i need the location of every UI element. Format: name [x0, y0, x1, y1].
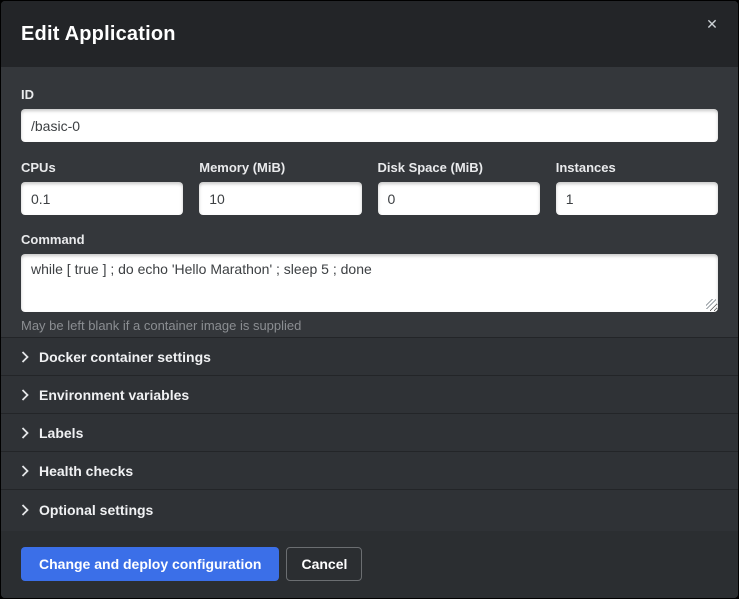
- section-label: Health checks: [39, 463, 133, 479]
- command-textarea-wrap: while [ true ] ; do echo 'Hello Marathon…: [21, 254, 718, 312]
- command-label: Command: [21, 232, 718, 247]
- disk-input[interactable]: [378, 182, 540, 215]
- memory-input[interactable]: [199, 182, 361, 215]
- cpus-input[interactable]: [21, 182, 183, 215]
- section-labels[interactable]: Labels: [1, 414, 738, 452]
- instances-field-group: Instances: [556, 160, 718, 215]
- section-label: Optional settings: [39, 502, 153, 518]
- id-input[interactable]: [21, 109, 718, 142]
- cpus-label: CPUs: [21, 160, 183, 175]
- close-icon[interactable]: ✕: [702, 15, 722, 35]
- disk-label: Disk Space (MiB): [378, 160, 540, 175]
- section-optional-settings[interactable]: Optional settings: [1, 490, 738, 529]
- chevron-right-icon: [21, 504, 29, 516]
- edit-application-modal: Edit Application ✕ ID CPUs Memory (MiB) …: [0, 0, 739, 599]
- command-textarea[interactable]: while [ true ] ; do echo 'Hello Marathon…: [21, 254, 718, 312]
- application-form: ID CPUs Memory (MiB) Disk Space (MiB) In…: [1, 67, 738, 337]
- cpus-field-group: CPUs: [21, 160, 183, 215]
- cancel-button[interactable]: Cancel: [286, 547, 362, 581]
- id-label: ID: [21, 87, 718, 102]
- chevron-right-icon: [21, 351, 29, 363]
- command-field-group: Command while [ true ] ; do echo 'Hello …: [21, 232, 718, 333]
- modal-title: Edit Application: [21, 23, 176, 46]
- section-environment-variables[interactable]: Environment variables: [1, 376, 738, 414]
- chevron-right-icon: [21, 465, 29, 477]
- section-health-checks[interactable]: Health checks: [1, 452, 738, 490]
- instances-input[interactable]: [556, 182, 718, 215]
- section-label: Labels: [39, 425, 83, 441]
- memory-field-group: Memory (MiB): [199, 160, 361, 215]
- chevron-right-icon: [21, 389, 29, 401]
- section-docker-container-settings[interactable]: Docker container settings: [1, 338, 738, 376]
- resources-row: CPUs Memory (MiB) Disk Space (MiB) Insta…: [21, 160, 718, 215]
- change-and-deploy-button[interactable]: Change and deploy configuration: [21, 547, 279, 581]
- collapsible-sections: Docker container settings Environment va…: [1, 337, 738, 531]
- modal-footer: Change and deploy configuration Cancel: [1, 531, 738, 598]
- section-label: Environment variables: [39, 387, 189, 403]
- instances-label: Instances: [556, 160, 718, 175]
- id-field-group: ID: [21, 87, 718, 142]
- chevron-right-icon: [21, 427, 29, 439]
- section-label: Docker container settings: [39, 349, 211, 365]
- memory-label: Memory (MiB): [199, 160, 361, 175]
- command-help-text: May be left blank if a container image i…: [21, 318, 718, 333]
- modal-header: Edit Application ✕: [1, 1, 738, 67]
- disk-field-group: Disk Space (MiB): [378, 160, 540, 215]
